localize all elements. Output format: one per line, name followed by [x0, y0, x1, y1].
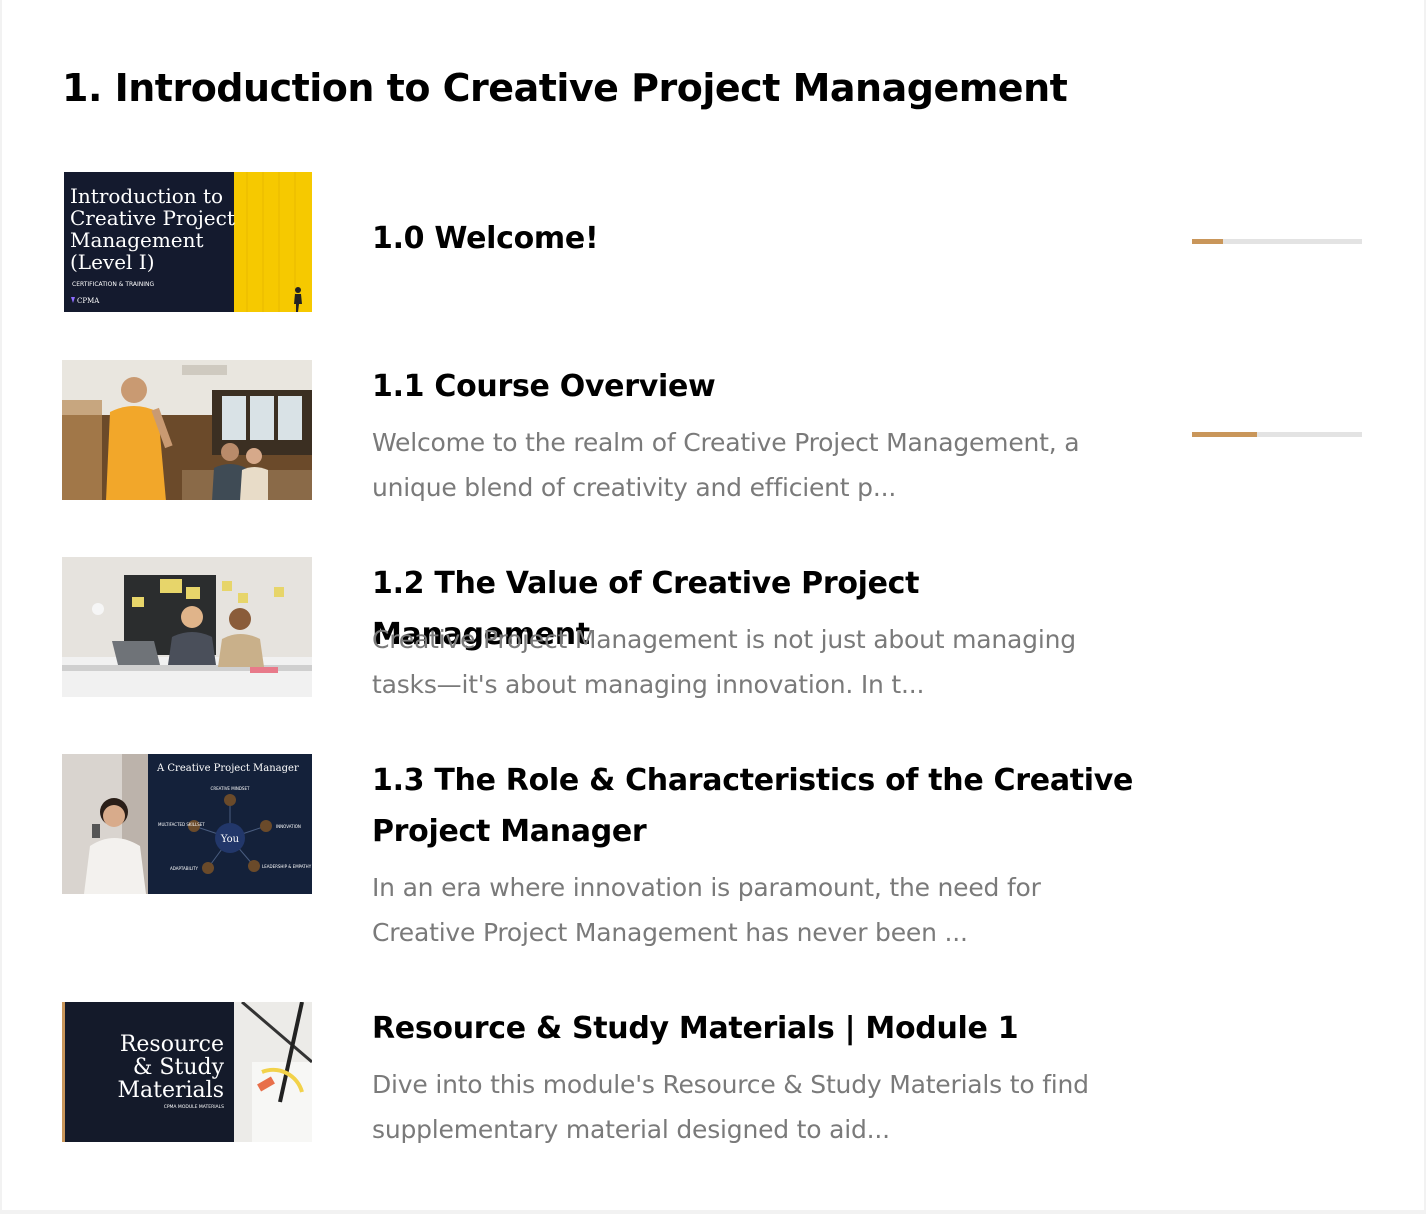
thumb-text-line-2: Creative Project: [70, 206, 235, 230]
lesson-description: Dive into this module's Resource & Study…: [372, 1070, 1089, 1144]
thumb-center-label: You: [220, 834, 240, 845]
lesson-description: Welcome to the realm of Creative Project…: [372, 428, 1080, 502]
thumb-text-line-1: Introduction to: [70, 184, 223, 208]
lesson-progress-fill: [1192, 239, 1223, 244]
thumb-heading: A Creative Project Manager: [156, 763, 299, 774]
course-module-page: 1. Introduction to Creative Project Mana…: [2, 0, 1424, 1210]
lesson-thumbnail[interactable]: A Creative Project Manager You CREATIVE …: [62, 754, 312, 894]
lesson-item-course-overview[interactable]: 1.1 Course Overview Welcome to the realm…: [2, 360, 1424, 502]
thumb-text-line-3: Management: [70, 228, 204, 252]
thumb-label-skillset: MULTIFACTED SKILLSET: [158, 822, 205, 827]
lesson-item-welcome[interactable]: Introduction to Creative Project Managem…: [2, 172, 1424, 312]
lesson-description: In an era where innovation is paramount,…: [372, 873, 1041, 947]
lesson-title[interactable]: 1.0 Welcome!: [372, 213, 1142, 264]
lesson-thumbnail[interactable]: Resource & Study Materials CPMA MODULE M…: [62, 1002, 312, 1142]
lesson-progress-fill: [1192, 432, 1257, 437]
thumb-text-line-3: Materials: [118, 1078, 225, 1103]
lesson-item-role-characteristics[interactable]: A Creative Project Manager You CREATIVE …: [2, 754, 1424, 954]
thumb-label-adaptability: ADAPTABILITY: [170, 866, 199, 871]
module-title: 1. Introduction to Creative Project Mana…: [62, 66, 1068, 110]
thumb-subtitle: CERTIFICATION & TRAINING: [72, 281, 155, 288]
thumb-logo: CPMA: [77, 297, 100, 305]
two-people-laptop-photo-icon: [62, 557, 312, 697]
thumb-text-line-4: (Level I): [70, 250, 155, 274]
lesson-title[interactable]: Resource & Study Materials | Module 1: [372, 1003, 1142, 1054]
thumb-label-creative-mindset: CREATIVE MINDSET: [211, 786, 250, 791]
lesson-title[interactable]: 1.1 Course Overview: [372, 361, 1142, 412]
lesson-item-value-of-cpm[interactable]: 1.2 The Value of Creative Project Manage…: [2, 557, 1424, 699]
thumb-text-line-2: & Study: [133, 1055, 225, 1080]
lesson-progress-bar: [1192, 432, 1362, 437]
thumb-text-line-1: Resource: [120, 1032, 224, 1057]
lesson-thumbnail[interactable]: Introduction to Creative Project Managem…: [62, 172, 312, 312]
thumb-label-leadership: LEADERSHIP & EMPATHY: [262, 864, 312, 869]
lesson-item-resource-study-materials[interactable]: Resource & Study Materials CPMA MODULE M…: [2, 1002, 1424, 1144]
lesson-progress-bar: [1192, 239, 1362, 244]
lesson-title[interactable]: 1.3 The Role & Characteristics of the Cr…: [372, 755, 1142, 857]
thumb-subtitle: CPMA MODULE MATERIALS: [164, 1104, 224, 1110]
lesson-thumbnail[interactable]: [62, 557, 312, 697]
office-team-photo-icon: [62, 360, 312, 500]
thumb-label-innovation: INNOVATION: [276, 824, 301, 829]
lesson-description: Creative Project Management is not just …: [372, 625, 1076, 699]
lesson-thumbnail[interactable]: [62, 360, 312, 500]
